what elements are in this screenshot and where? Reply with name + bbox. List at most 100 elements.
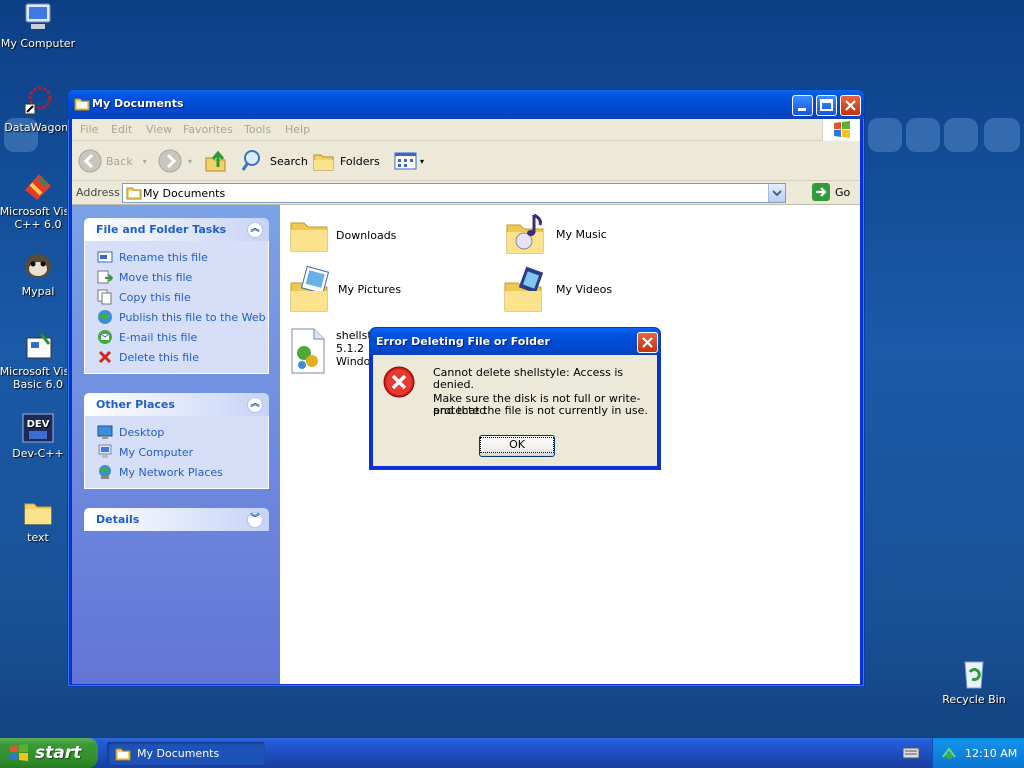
- maximize-icon: [820, 99, 833, 111]
- clock[interactable]: 12:10 AM: [965, 747, 1017, 760]
- go-button[interactable]: Go: [812, 183, 850, 201]
- task-pane: File and Folder Tasks ︽ Rename this file…: [72, 205, 280, 684]
- task-email[interactable]: E-mail this file: [97, 327, 268, 347]
- forward-button[interactable]: ▾: [158, 149, 192, 173]
- taskbar-item-label: My Documents: [137, 747, 220, 760]
- maximize-button[interactable]: [816, 95, 837, 116]
- windows-flag-icon: [10, 744, 28, 761]
- start-button[interactable]: start: [0, 738, 98, 768]
- file-name-line: shellst: [336, 329, 372, 342]
- panel-title: Details: [96, 513, 140, 526]
- network-places-icon: [99, 465, 111, 479]
- task-rename[interactable]: Rename this file: [97, 247, 268, 267]
- task-label: My Computer: [119, 445, 194, 459]
- task-delete[interactable]: Delete this file: [97, 347, 268, 367]
- keyboard-icon[interactable]: [902, 747, 920, 762]
- network-tray-icon[interactable]: [941, 745, 957, 761]
- menu-edit[interactable]: Edit: [111, 123, 132, 136]
- videos-folder-icon: [504, 266, 544, 312]
- menu-help[interactable]: Help: [285, 123, 310, 136]
- recycle-bin-icon: [964, 661, 984, 689]
- email-icon: [98, 330, 112, 344]
- panel-title: Other Places: [96, 398, 175, 411]
- task-move[interactable]: Move this file: [97, 267, 268, 287]
- menu-tools[interactable]: Tools: [244, 123, 271, 136]
- delete-x-icon: [98, 350, 112, 364]
- address-input[interactable]: My Documents: [122, 183, 786, 203]
- folders-label: Folders: [340, 154, 380, 168]
- file-shellstyle[interactable]: shellst 5.1.2 Windo: [288, 327, 372, 375]
- system-tray: 12:10 AM: [932, 738, 1024, 768]
- toolbar: Back ▾ ▾ Search Folders ▾: [72, 141, 860, 181]
- collapse-chevron-icon[interactable]: ︽: [247, 397, 263, 413]
- item-label: My Videos: [556, 282, 613, 296]
- taskbar-item-my-documents[interactable]: My Documents: [107, 742, 265, 765]
- other-places-panel: Other Places ︽ Desktop My Computer My Ne…: [84, 393, 269, 489]
- item-label: My Music: [556, 227, 607, 241]
- file-folder-tasks-header[interactable]: File and Folder Tasks ︽: [84, 218, 269, 241]
- close-button[interactable]: [840, 95, 861, 116]
- task-label: Delete this file: [119, 350, 199, 364]
- folder-icon: [24, 503, 52, 525]
- menu-file[interactable]: File: [80, 123, 98, 136]
- task-label: Rename this file: [119, 250, 208, 264]
- other-places-body: Desktop My Computer My Network Places: [84, 416, 269, 489]
- task-publish[interactable]: Publish this file to the Web: [97, 307, 268, 327]
- views-dropdown-icon: ▾: [420, 156, 425, 166]
- address-label: Address: [76, 186, 120, 199]
- desktop-icon-recycle-bin[interactable]: Recycle Bin: [933, 658, 1015, 706]
- go-arrow-icon: [812, 183, 830, 201]
- desktop-icon: [97, 425, 113, 439]
- folder-my-pictures[interactable]: My Pictures: [288, 265, 401, 313]
- datawagon-icon: [24, 86, 52, 115]
- devcpp-icon: DEV: [22, 413, 54, 443]
- menu-bar: File Edit View Favorites Tools Help: [72, 119, 860, 141]
- minimize-icon: [798, 108, 806, 111]
- music-folder-icon: [506, 213, 544, 254]
- search-button[interactable]: Search: [242, 149, 308, 173]
- file-folder-tasks-body: Rename this file Move this file Copy thi…: [84, 241, 269, 374]
- task-label: E-mail this file: [119, 330, 198, 344]
- error-dialog: Error Deleting File or Folder Cannot del…: [369, 327, 661, 470]
- task-copy[interactable]: Copy this file: [97, 287, 268, 307]
- search-label: Search: [270, 154, 308, 168]
- menu-favorites[interactable]: Favorites: [183, 123, 233, 136]
- back-button[interactable]: Back ▾: [78, 149, 147, 173]
- ok-button[interactable]: OK: [479, 435, 555, 457]
- address-dropdown-button[interactable]: [768, 184, 785, 202]
- address-value: My Documents: [143, 187, 226, 200]
- copy-icon: [97, 289, 112, 305]
- dialog-body: Cannot delete shellstyle: Access is deni…: [373, 355, 657, 466]
- collapse-chevron-icon[interactable]: ︽: [247, 222, 263, 238]
- place-my-network-places[interactable]: My Network Places: [97, 462, 268, 482]
- item-label: My Pictures: [338, 282, 402, 296]
- place-my-computer[interactable]: My Computer: [97, 442, 268, 462]
- dialog-close-button[interactable]: [637, 332, 658, 353]
- folders-button[interactable]: Folders: [312, 149, 380, 173]
- other-places-header[interactable]: Other Places ︽: [84, 393, 269, 416]
- task-label: Publish this file to the Web: [119, 310, 266, 324]
- dialog-detail-line2: and that the file is not currently in us…: [433, 404, 648, 417]
- chevron-down-icon: [772, 190, 782, 197]
- folder-my-music[interactable]: My Music: [504, 211, 607, 257]
- desktop-icon-my-computer[interactable]: My Computer: [0, 2, 79, 50]
- window-titlebar[interactable]: My Documents: [68, 90, 864, 119]
- windows-logo: [822, 119, 860, 141]
- folder-my-videos[interactable]: My Videos: [502, 265, 612, 313]
- search-icon: [242, 150, 260, 171]
- minimize-button[interactable]: [792, 95, 813, 116]
- up-folder-button[interactable]: [204, 149, 228, 173]
- folder-downloads[interactable]: Downloads: [288, 215, 396, 255]
- dialog-titlebar[interactable]: Error Deleting File or Folder: [370, 328, 660, 355]
- details-header[interactable]: Details ︾: [84, 508, 269, 531]
- menu-view[interactable]: View: [146, 123, 172, 136]
- desktop-icon-label: DataWagon.: [4, 121, 72, 134]
- expand-chevron-icon[interactable]: ︾: [247, 512, 263, 528]
- start-label: start: [35, 743, 82, 763]
- views-button[interactable]: ▾: [394, 149, 424, 173]
- window-title: My Documents: [92, 97, 184, 110]
- panel-title: File and Folder Tasks: [96, 223, 227, 236]
- publish-web-icon: [98, 310, 112, 324]
- place-desktop[interactable]: Desktop: [97, 422, 268, 442]
- task-label: Copy this file: [119, 290, 191, 304]
